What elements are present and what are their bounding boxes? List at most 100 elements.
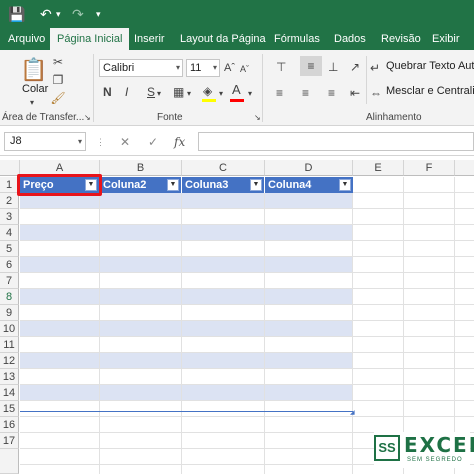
tab-layout[interactable]: Layout da Página — [180, 28, 266, 50]
highlight-box — [17, 174, 102, 196]
row-header[interactable]: 15 — [0, 401, 19, 417]
underline-button[interactable]: S — [147, 84, 155, 100]
filter-dropdown-icon[interactable]: ▼ — [167, 179, 179, 191]
tab-dados[interactable]: Dados — [334, 28, 366, 50]
insert-function-icon[interactable]: fx — [174, 134, 185, 150]
filter-dropdown-icon[interactable]: ▼ — [339, 179, 351, 191]
logo-wordmark: EXCEL — [404, 433, 474, 457]
font-group-label: Fonte — [157, 112, 183, 123]
merge-center-button[interactable]: Mesclar e Centralizar — [386, 85, 474, 97]
table-header-coluna3[interactable]: Coluna3 ▼ — [182, 177, 265, 193]
align-bottom-icon[interactable]: ⊥ — [328, 59, 338, 75]
redo-icon[interactable]: ↷ — [72, 5, 84, 23]
cancel-icon[interactable]: ✕ — [120, 134, 130, 150]
table-header-coluna4[interactable]: Coluna4 ▼ — [265, 177, 353, 193]
borders-dropdown-icon[interactable]: ▾ — [187, 86, 191, 102]
column-header-d[interactable]: D — [265, 160, 353, 176]
column-header-f[interactable]: F — [404, 160, 455, 176]
font-size-value: 11 — [190, 62, 202, 74]
formula-input[interactable] — [198, 132, 474, 151]
row-header[interactable]: 2 — [0, 193, 19, 209]
tab-pagina-inicial[interactable]: Página Inicial — [50, 28, 130, 50]
paste-icon[interactable]: 📋 — [20, 56, 47, 84]
customize-icon[interactable]: ▾ — [96, 5, 101, 23]
row-header[interactable]: 3 — [0, 209, 19, 225]
excel-sem-segredo-logo: SS EXCEL SEM SEGREDO — [374, 432, 474, 468]
undo-icon[interactable]: ↶ — [40, 5, 52, 23]
underline-dropdown-icon[interactable]: ▾ — [157, 86, 161, 102]
separator — [262, 54, 263, 122]
tab-arquivo[interactable]: Arquivo — [8, 28, 45, 50]
logo-mark-icon: SS — [374, 435, 400, 461]
wrap-text-icon[interactable]: ↵ — [370, 60, 380, 76]
indent-icon[interactable]: ⇤ — [350, 85, 360, 101]
shrink-font-icon[interactable]: Aˇ — [240, 61, 249, 77]
clipboard-launcher-icon[interactable]: ↘ — [84, 110, 91, 126]
wrap-text-button[interactable]: Quebrar Texto Autom — [386, 60, 474, 72]
align-left-icon[interactable]: ≡ — [276, 85, 283, 101]
gridline — [20, 416, 474, 417]
chevron-down-icon: ▾ — [212, 63, 217, 72]
cut-icon[interactable]: ✂ — [50, 54, 66, 70]
ribbon-tabs: Arquivo Página Inicial Inserir Layout da… — [0, 28, 474, 50]
column-header-b[interactable]: B — [100, 160, 182, 176]
font-name-value: Calibri — [103, 62, 135, 74]
font-launcher-icon[interactable]: ↘ — [254, 110, 261, 126]
font-name-combo[interactable]: Calibri ▾ — [99, 59, 183, 77]
paste-dropdown-icon[interactable]: ▾ — [30, 95, 34, 111]
row-header[interactable]: 7 — [0, 273, 19, 289]
font-color-dropdown-icon[interactable]: ▾ — [248, 86, 252, 102]
fill-color-icon[interactable]: ◈ — [203, 83, 212, 99]
row-header[interactable] — [0, 449, 19, 474]
tab-formulas[interactable]: Fórmulas — [274, 28, 320, 50]
row-header[interactable]: 4 — [0, 225, 19, 241]
font-size-combo[interactable]: 11 ▾ — [186, 59, 220, 77]
align-center-icon[interactable]: ≡ — [302, 85, 309, 101]
column-header-e[interactable]: E — [353, 160, 404, 176]
title-bar: 💾 ↶ ▾ ↷ ▾ — [0, 0, 474, 28]
table-resize-handle-icon[interactable]: ◢ — [350, 409, 355, 416]
italic-button[interactable]: I — [125, 84, 128, 100]
row-header[interactable]: 9 — [0, 305, 19, 321]
table-header-label: Coluna3 — [185, 179, 229, 191]
fill-dropdown-icon[interactable]: ▾ — [219, 86, 223, 102]
fill-color-swatch — [202, 99, 216, 102]
row-header[interactable]: 13 — [0, 369, 19, 385]
name-box[interactable]: J8 ▾ — [4, 132, 86, 151]
orientation-icon[interactable]: ↗ — [350, 59, 360, 75]
column-header-c[interactable]: C — [182, 160, 265, 176]
tab-exibir[interactable]: Exibir — [432, 28, 460, 50]
align-right-icon[interactable]: ≡ — [328, 85, 335, 101]
table-header-coluna2[interactable]: Coluna2 ▼ — [100, 177, 182, 193]
alignment-group-label: Alinhamento — [366, 112, 422, 123]
grow-font-icon[interactable]: Aˆ — [224, 60, 235, 76]
align-middle-icon[interactable]: ≡ — [300, 56, 322, 76]
row-header[interactable]: 11 — [0, 337, 19, 353]
tab-inserir[interactable]: Inserir — [134, 28, 165, 50]
format-painter-icon[interactable]: 🖌 — [50, 90, 66, 106]
bold-button[interactable]: N — [103, 84, 112, 100]
row-header[interactable]: 17 — [0, 433, 19, 449]
row-header[interactable]: 16 — [0, 417, 19, 433]
undo-dropdown-icon[interactable]: ▾ — [56, 5, 61, 23]
chevron-down-icon: ▾ — [77, 137, 82, 146]
filter-dropdown-icon[interactable]: ▼ — [250, 179, 262, 191]
align-top-icon[interactable]: ⊤ — [276, 59, 286, 75]
merge-center-icon[interactable]: ⇔ — [370, 85, 382, 101]
row-header[interactable]: 12 — [0, 353, 19, 369]
tab-revisao[interactable]: Revisão — [381, 28, 421, 50]
row-header-selected[interactable]: 8 — [0, 289, 19, 305]
borders-icon[interactable]: ▦ — [173, 84, 184, 100]
row-header[interactable]: 6 — [0, 257, 19, 273]
row-header[interactable]: 5 — [0, 241, 19, 257]
clipboard-group-label: Área de Transfer... — [2, 112, 85, 123]
save-icon[interactable]: 💾 — [8, 5, 25, 23]
font-color-icon[interactable]: A — [232, 82, 241, 98]
enter-icon[interactable]: ✓ — [148, 134, 158, 150]
row-header[interactable]: 10 — [0, 321, 19, 337]
copy-icon[interactable]: ❐ — [50, 72, 66, 88]
paste-button[interactable]: Colar — [22, 83, 48, 95]
row-header[interactable]: 14 — [0, 385, 19, 401]
font-color-swatch — [230, 99, 244, 102]
column-header-g[interactable] — [455, 160, 474, 176]
